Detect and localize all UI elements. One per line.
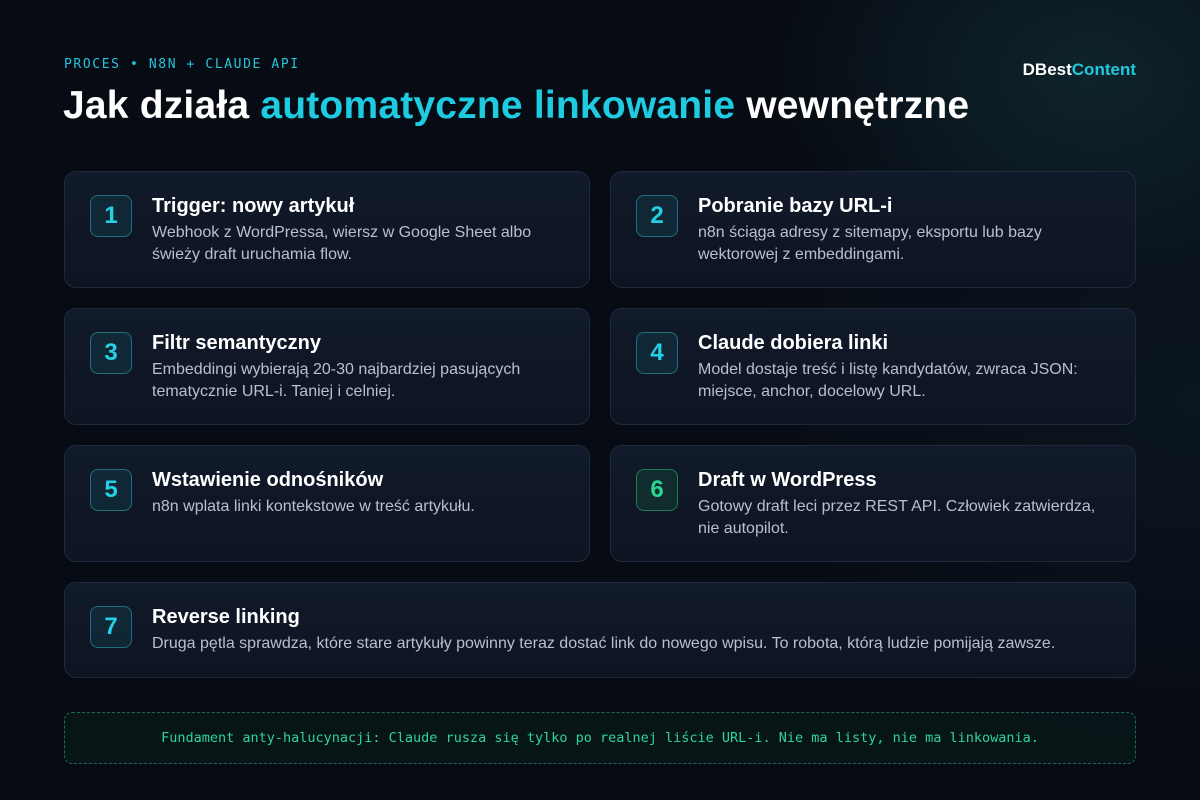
- step-description: Druga pętla sprawdza, które stare artyku…: [152, 635, 1056, 652]
- page-title-part2: wewnętrzne: [735, 84, 970, 127]
- step-card-3: 3 Filtr semantyczny Embeddingi wybierają…: [64, 308, 590, 425]
- step-description: Webhook z WordPressa, wiersz w Google Sh…: [152, 224, 532, 263]
- step-title: Draft w WordPress: [698, 469, 877, 491]
- step-number-badge: 7: [90, 606, 132, 648]
- step-number-badge: 1: [90, 195, 132, 237]
- step-description: n8n ściąga adresy z sitemapy, eksportu l…: [698, 224, 1042, 263]
- brand-logo-part2: Content: [1071, 60, 1136, 79]
- step-title: Reverse linking: [152, 606, 300, 628]
- step-title: Pobranie bazy URL-i: [698, 195, 893, 217]
- step-card-2: 2 Pobranie bazy URL-i n8n ściąga adresy …: [610, 171, 1136, 288]
- step-number-badge: 3: [90, 332, 132, 374]
- step-number-badge: 4: [636, 332, 678, 374]
- step-number-badge: 2: [636, 195, 678, 237]
- step-card-4: 4 Claude dobiera linki Model dostaje tre…: [610, 308, 1136, 425]
- step-card-1: 1 Trigger: nowy artykuł Webhook z WordPr…: [64, 171, 590, 288]
- step-card-5: 5 Wstawienie odnośników n8n wplata linki…: [64, 445, 590, 562]
- step-description: n8n wplata linki kontekstowe w treść art…: [152, 498, 475, 515]
- step-title: Claude dobiera linki: [698, 332, 889, 354]
- page-title-accent: automatyczne linkowanie: [260, 84, 736, 127]
- footer-note: Fundament anty-halucynacji: Claude rusza…: [64, 712, 1136, 764]
- step-title: Wstawienie odnośników: [152, 469, 384, 491]
- eyebrow-label: PROCES • N8N + CLAUDE API: [64, 57, 300, 72]
- step-title: Filtr semantyczny: [152, 332, 321, 354]
- step-description: Embeddingi wybierają 20-30 najbardziej p…: [152, 361, 521, 400]
- page-title-part1: Jak działa: [63, 84, 261, 127]
- page-title: Jak działa automatyczne linkowanie wewnę…: [63, 84, 969, 128]
- step-description: Model dostaje treść i listę kandydatów, …: [698, 361, 1078, 400]
- step-card-7: 7 Reverse linking Druga pętla sprawdza, …: [64, 582, 1136, 678]
- step-number-badge: 5: [90, 469, 132, 511]
- step-number-badge: 6: [636, 469, 678, 511]
- step-description: Gotowy draft leci przez REST API. Człowi…: [698, 498, 1096, 537]
- brand-logo-part1: DBest: [1022, 60, 1072, 79]
- brand-logo: DBestContent: [1023, 60, 1136, 80]
- step-title: Trigger: nowy artykuł: [152, 195, 355, 217]
- step-card-6: 6 Draft w WordPress Gotowy draft leci pr…: [610, 445, 1136, 562]
